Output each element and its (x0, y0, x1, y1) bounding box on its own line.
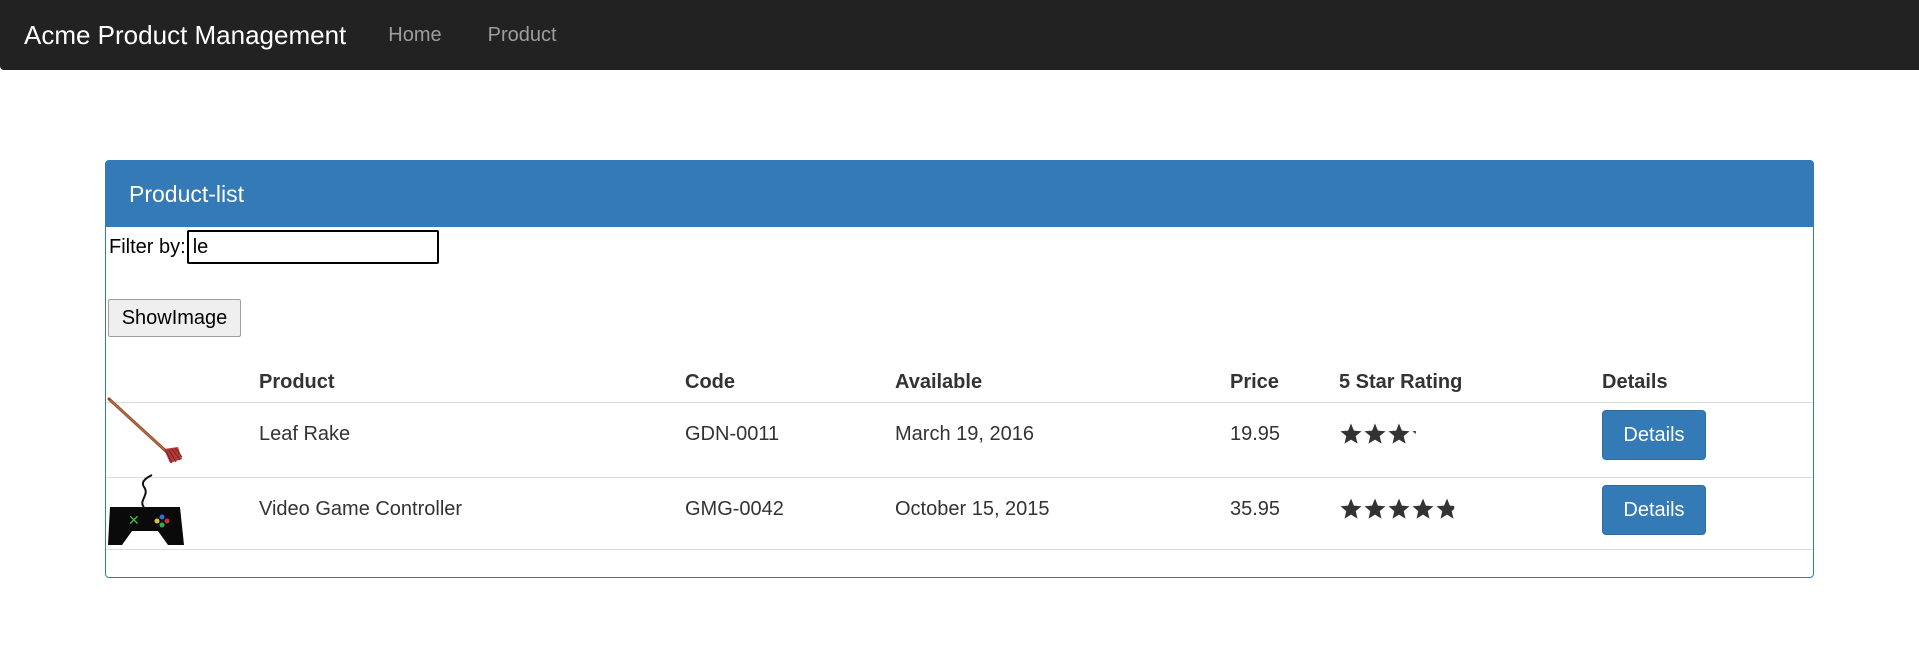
leaf-rake-icon (107, 397, 183, 464)
product-name: Video Game Controller (259, 498, 463, 520)
column-header-product: Product (259, 371, 335, 393)
star-icon (1388, 423, 1410, 444)
star-icon (1388, 498, 1410, 519)
product-price: 35.95 (1230, 498, 1281, 520)
nav-link-product[interactable]: Product (488, 24, 557, 47)
row-divider (106, 549, 1813, 550)
product-code: GDN-0011 (685, 423, 780, 445)
column-header-available: Available (895, 371, 983, 393)
product-list-panel: Product-list Filter by: ShowImage Produc… (105, 160, 1814, 578)
app-brand[interactable]: Acme Product Management (24, 20, 346, 51)
column-header-code: Code (685, 371, 735, 393)
product-code: GMG-0042 (685, 498, 784, 520)
star-icon (1364, 498, 1386, 519)
filter-input[interactable] (186, 230, 439, 264)
show-image-button[interactable]: ShowImage (108, 299, 241, 337)
star-icon (1364, 423, 1386, 444)
star-icon (1340, 498, 1362, 519)
product-available: March 19, 2016 (895, 423, 1034, 445)
nav-link-home[interactable]: Home (388, 24, 441, 47)
star-icon (1435, 422, 1459, 446)
product-price: 19.95 (1230, 423, 1281, 445)
details-button[interactable]: Details (1602, 485, 1706, 535)
column-header-details: Details (1602, 371, 1668, 393)
star-icon (1412, 430, 1416, 434)
row-divider (106, 402, 1813, 403)
panel-title: Product-list (106, 161, 1813, 227)
product-available: October 15, 2015 (895, 498, 1050, 520)
star-rating (1339, 497, 1459, 521)
product-name: Leaf Rake (259, 423, 351, 445)
column-header-rating: 5 Star Rating (1339, 371, 1463, 393)
column-header-price: Price (1230, 371, 1279, 393)
row-divider (106, 477, 1813, 478)
details-button[interactable]: Details (1602, 410, 1706, 460)
star-rating (1339, 422, 1459, 446)
star-icon (1436, 498, 1455, 519)
star-icon (1340, 423, 1362, 444)
game-controller-icon: ✕ (108, 474, 184, 545)
filter-row: Filter by: (109, 230, 439, 264)
top-navbar: Acme Product Management Home Product (0, 0, 1919, 70)
filter-label: Filter by: (109, 235, 186, 258)
star-icon (1412, 498, 1434, 519)
svg-text:✕: ✕ (128, 513, 140, 529)
